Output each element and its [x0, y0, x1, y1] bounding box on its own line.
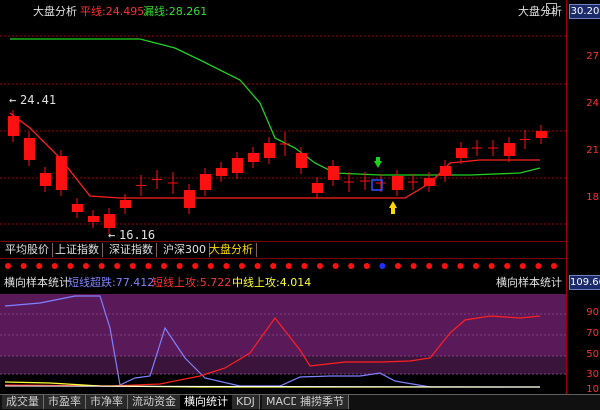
bottom-tab-0[interactable]: 成交量: [2, 395, 44, 409]
svg-text:←: ←: [108, 228, 115, 241]
axis-label-27: 27: [586, 51, 599, 62]
lower-band: [0, 356, 566, 374]
bottom-tab-2[interactable]: 市净率: [86, 395, 128, 409]
sub-chart-header: 横向样本统计 短线超跌:77.412 短线上攻:5.722 中线上攻:4.014…: [0, 273, 566, 289]
axis-label-21: 21: [586, 145, 599, 156]
main-candlestick-chart[interactable]: ← 24.41 ← 16.16: [0, 18, 566, 241]
high-price-label: 24.41: [20, 93, 56, 107]
sub-axis-label-30: 30: [586, 369, 599, 380]
main-chart-title: 大盘分析: [33, 5, 77, 18]
indicator-tabs: 成交量 市盈率 市净率 流动资金 横向统计 KDJ MACD 捕捞季节: [0, 394, 600, 410]
sub-axis-label-70: 70: [586, 328, 599, 339]
grid-lines: [0, 35, 566, 225]
sub-value-box: 109.66: [569, 275, 600, 290]
low-price-label: 16.16: [119, 228, 155, 241]
sub-axis-label-50: 50: [586, 349, 599, 360]
svg-text:←: ←: [9, 93, 16, 107]
price-axis: 30.20 27 24 21 18 109.66 90 70 50 30 10: [566, 0, 600, 409]
tab-0[interactable]: 平均股价: [2, 243, 53, 257]
sub-axis-label-90: 90: [586, 307, 599, 318]
current-price-box: 30.20: [569, 4, 600, 19]
white-line: [4, 385, 541, 388]
ma-red-value: 平线:24.495: [80, 5, 145, 18]
yellow-arrow-icon: [389, 201, 397, 208]
bottom-tab-1[interactable]: 市盈率: [44, 395, 86, 409]
tab-1[interactable]: 上证指数: [52, 243, 103, 257]
candles: [8, 110, 547, 234]
sub-indicator-chart[interactable]: [0, 288, 566, 394]
bottom-tab-3[interactable]: 流动资金: [128, 395, 181, 409]
ma-green-value: 漏线:28.261: [143, 5, 208, 18]
bottom-tab-7[interactable]: 捕捞季节: [296, 395, 349, 409]
tab-2[interactable]: 深证指数: [106, 243, 157, 257]
tab-3[interactable]: 沪深300: [160, 243, 210, 257]
signal-dots-row: [5, 263, 557, 269]
tab-4[interactable]: 大盘分析: [206, 243, 257, 257]
axis-label-18: 18: [586, 192, 599, 203]
main-chart-header: 大盘分析 平线:24.495 漏线:28.261 大盘分析: [0, 0, 566, 18]
bottom-tab-5[interactable]: KDJ: [232, 395, 260, 409]
green-arrow-icon: [374, 161, 382, 168]
axis-label-24: 24: [586, 98, 599, 109]
purple-band: [0, 294, 566, 356]
bottom-tab-4[interactable]: 横向统计: [180, 395, 233, 409]
index-tabs: 平均股价 上证指数 深证指数 沪深300 大盘分析: [0, 241, 566, 259]
window-toggle-icon[interactable]: [546, 3, 557, 14]
